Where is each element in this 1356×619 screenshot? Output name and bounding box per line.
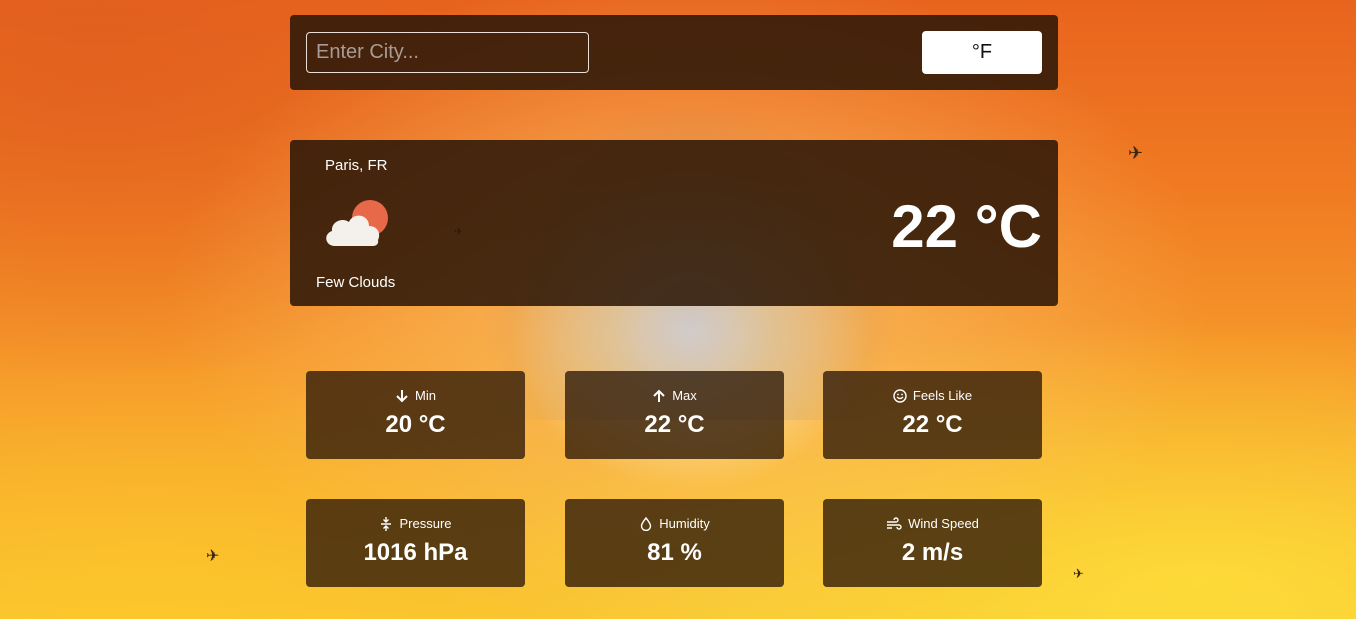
stat-value: 1016 hPa [363, 539, 468, 566]
stat-label: Wind Speed [908, 516, 979, 531]
weather-description: Few Clouds [316, 274, 396, 291]
stat-label: Humidity [659, 516, 710, 531]
current-temperature: 22 °C [891, 193, 1042, 260]
stat-value: 22 °C [644, 411, 705, 438]
stat-card-wind-speed: Wind Speed 2 m/s [823, 499, 1042, 587]
stat-value: 81 % [647, 539, 702, 566]
current-weather-card: Paris, FR Few Clouds 22 °C [290, 140, 1058, 306]
location-label: Paris, FR [325, 157, 388, 174]
city-search-input[interactable] [306, 32, 589, 73]
bird-silhouette: ✈ [206, 548, 220, 565]
bird-silhouette: ✈ [1128, 143, 1144, 163]
stat-value: 22 °C [902, 411, 963, 438]
unit-toggle-button[interactable]: °F [922, 31, 1042, 74]
stat-card-humidity: Humidity 81 % [565, 499, 784, 587]
stat-card-pressure: Pressure 1016 hPa [306, 499, 525, 587]
stat-card-min: Min 20 °C [306, 371, 525, 459]
arrow-up-icon [653, 389, 665, 402]
stat-value: 2 m/s [901, 539, 964, 566]
stat-card-max: Max 22 °C [565, 371, 784, 459]
arrow-down-icon [396, 389, 408, 402]
bird-silhouette: ✈ [1073, 566, 1084, 581]
pressure-icon [381, 516, 392, 531]
stat-value: 20 °C [385, 411, 446, 438]
wind-icon [887, 516, 902, 530]
stat-label: Max [672, 388, 697, 403]
stat-label: Min [415, 388, 436, 403]
stat-label: Feels Like [912, 388, 973, 403]
search-bar: °F [290, 15, 1058, 90]
droplet-icon [641, 516, 652, 531]
few-clouds-icon [326, 200, 388, 246]
stat-card-feels-like: Feels Like 22 °C [823, 371, 1042, 459]
stat-label: Pressure [399, 516, 452, 531]
smiley-icon [893, 388, 907, 403]
